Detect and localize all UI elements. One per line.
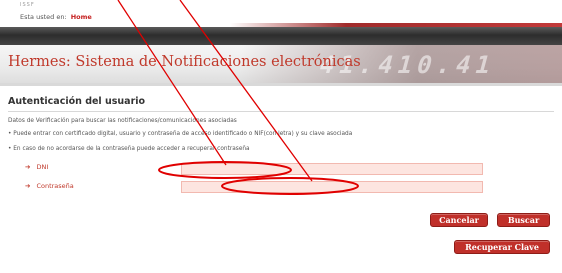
password-label: ➔ Contraseña: [25, 182, 74, 190]
info-line-verification: Datos de Verificación para buscar las no…: [8, 118, 237, 124]
dni-label-text: DNI: [36, 163, 49, 171]
auth-section-title: Autenticación del usuario: [8, 96, 146, 107]
cancel-button[interactable]: Cancelar: [430, 213, 488, 227]
breadcrumb-prefix: Esta usted en:: [20, 13, 67, 21]
breadcrumb: Esta usted en: Home: [20, 13, 92, 21]
info-line-recover-password: • En caso de no acordarse de la contrase…: [8, 146, 250, 152]
dni-label: ➔ DNI: [25, 163, 48, 171]
header-dark-band: [0, 27, 562, 45]
hero-divider: [0, 83, 562, 86]
password-label-text: Contraseña: [36, 182, 74, 190]
password-input[interactable]: [181, 181, 483, 193]
dni-input[interactable]: [181, 163, 483, 175]
section-divider: [8, 111, 554, 112]
recover-password-button[interactable]: Recuperar Clave: [454, 240, 550, 254]
breadcrumb-home-link[interactable]: Home: [71, 13, 92, 21]
arrow-right-icon: ➔: [25, 182, 31, 190]
search-button[interactable]: Buscar: [497, 213, 550, 227]
hero-banner: 41.410.41 Hermes: Sistema de Notificacio…: [0, 45, 562, 85]
arrow-right-icon: ➔: [25, 163, 31, 171]
page-title: Hermes: Sistema de Notificaciones electr…: [8, 54, 361, 70]
site-logo: ISSF: [20, 2, 35, 8]
info-line-access-methods: • Puede entrar con certificado digital, …: [8, 131, 353, 137]
